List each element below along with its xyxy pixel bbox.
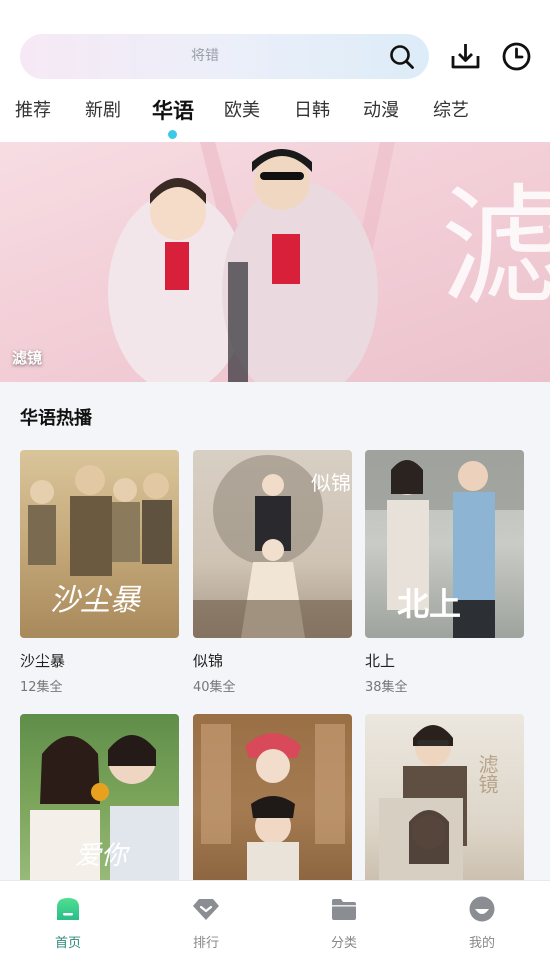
poster-image [193, 714, 352, 902]
profile-icon [469, 896, 495, 922]
poster-image: 爱你 [20, 714, 179, 902]
drama-card[interactable] [193, 714, 352, 902]
category-tabs: 推荐 新剧 华语 欧美 日韩 动漫 综艺 [0, 96, 550, 130]
nav-category[interactable]: 分类 [304, 881, 384, 955]
nav-ranking[interactable]: 排行 [166, 881, 246, 955]
card-episodes: 38集全 [365, 680, 408, 695]
drama-card[interactable]: 沙尘暴 沙尘暴 12集全 [20, 450, 179, 695]
tab-western[interactable]: 欧美 [224, 96, 260, 126]
card-episodes: 40集全 [193, 680, 236, 695]
drama-card[interactable]: 似锦 似锦 40集全 [193, 450, 352, 695]
poster-image: 沙尘暴 [20, 450, 179, 638]
card-title: 北上 [365, 652, 396, 670]
poster-image: 似锦 [193, 450, 352, 638]
poster-image: 北上 [365, 450, 524, 638]
poster-title-text: 滤镜 [475, 754, 499, 794]
card-title: 似锦 [193, 652, 224, 670]
poster-image: 滤镜 [365, 714, 524, 902]
poster-title-text: 似锦 [311, 471, 351, 495]
active-tab-indicator [168, 130, 177, 139]
nav-label: 分类 [330, 936, 357, 951]
drama-card[interactable]: 滤镜 [365, 714, 524, 902]
section-title: 华语热播 [20, 408, 92, 429]
poster-title-text: 爱你 [75, 841, 131, 871]
drama-card[interactable]: 北上 北上 38集全 [365, 450, 524, 695]
tab-chinese[interactable]: 华语 [152, 96, 194, 126]
search-bar[interactable]: 将错 [20, 34, 429, 79]
poster-title-text: 沙尘暴 [50, 583, 142, 618]
banner-artwork: 滤镜 [108, 142, 550, 382]
nav-profile[interactable]: 我的 [442, 881, 522, 955]
bottom-navigation: 首页 排行 分类 我的 [0, 880, 550, 955]
drama-card[interactable]: 爱你 [20, 714, 179, 902]
download-icon[interactable] [450, 41, 481, 72]
nav-home[interactable]: 首页 [28, 881, 108, 955]
tab-japan-korea[interactable]: 日韩 [294, 96, 330, 126]
home-icon [57, 898, 79, 920]
tab-recommend[interactable]: 推荐 [15, 96, 51, 126]
search-placeholder: 将错 [191, 48, 219, 64]
card-episodes: 12集全 [20, 680, 63, 695]
banner-watermark-text: 滤镜 [440, 171, 550, 323]
ranking-diamond-icon [193, 899, 219, 920]
tab-new-drama[interactable]: 新剧 [85, 96, 121, 126]
poster-title-text: 北上 [397, 585, 461, 623]
search-icon[interactable] [389, 44, 415, 70]
folder-icon [332, 899, 356, 920]
nav-label: 排行 [192, 936, 219, 951]
top-bar: 将错 推荐 新剧 华语 欧美 日韩 动漫 综艺 [0, 0, 550, 142]
card-title: 沙尘暴 [20, 652, 66, 670]
history-clock-icon[interactable] [501, 41, 532, 72]
nav-label: 首页 [54, 936, 81, 951]
nav-label: 我的 [468, 936, 495, 951]
tab-anime[interactable]: 动漫 [363, 96, 399, 126]
banner-caption: 滤镜 [12, 349, 43, 367]
tab-variety[interactable]: 综艺 [433, 96, 469, 126]
featured-banner[interactable]: 滤镜 滤镜 [0, 142, 550, 382]
